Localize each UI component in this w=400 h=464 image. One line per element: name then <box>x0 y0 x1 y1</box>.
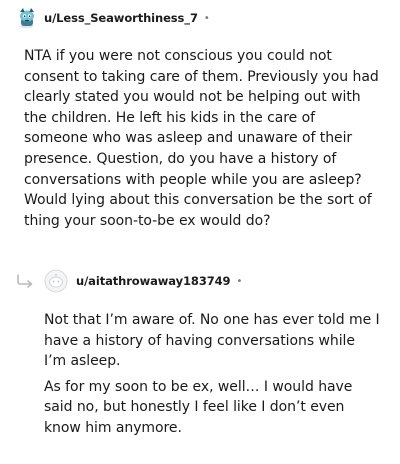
reply-paragraph-2: As for my soon to be ex, well… I would h… <box>44 378 353 436</box>
reply-comment-body: Not that I’m aware of. No one has ever t… <box>44 310 380 439</box>
default-avatar-icon[interactable] <box>44 269 68 293</box>
parent-comment-header: u/Less_Seaworthiness_7 • <box>16 5 210 31</box>
snoo-avatar-icon[interactable] <box>16 7 38 29</box>
parent-comment-body: NTA if you were not conscious you could … <box>24 46 380 231</box>
reply-arrow-icon <box>16 273 38 289</box>
parent-comment: u/Less_Seaworthiness_7 • NTA if you were… <box>0 0 400 240</box>
parent-comment-text: NTA if you were not conscious you could … <box>24 48 379 229</box>
reply-paragraph-1: Not that I’m aware of. No one has ever t… <box>44 312 380 370</box>
meta-separator: • <box>236 275 243 287</box>
reply-comment: u/aitathrowaway183749 • Not that I’m awa… <box>0 260 400 464</box>
reply-comment-header: u/aitathrowaway183749 • <box>16 268 242 294</box>
meta-separator: • <box>203 12 210 24</box>
reply-username[interactable]: u/aitathrowaway183749 <box>76 274 231 288</box>
parent-username[interactable]: u/Less_Seaworthiness_7 <box>44 11 198 25</box>
